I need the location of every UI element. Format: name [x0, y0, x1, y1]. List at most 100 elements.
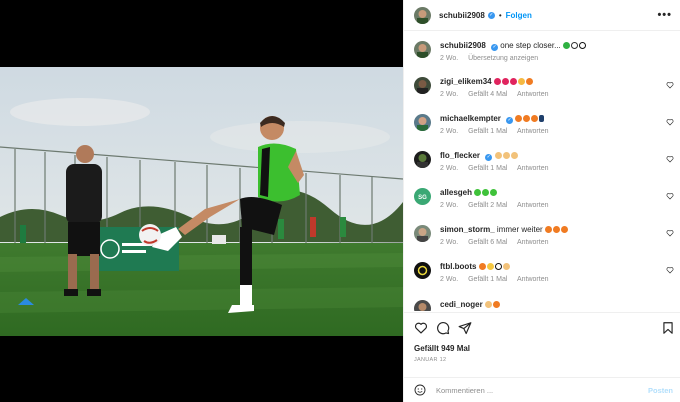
comment-time: 2 Wo. [440, 91, 459, 98]
comment-likes[interactable]: Gefällt 1 Mal [468, 165, 507, 172]
comments-list[interactable]: schubii2908 ✓ one step closer... 2 Wo. Ü… [404, 32, 680, 311]
like-comment-heart-icon[interactable] [666, 266, 674, 274]
soccer-ball-icon [579, 42, 586, 49]
comment-item: simon_storm_ immer weiter 2 Wo. Gefällt … [414, 224, 676, 248]
comment-likes[interactable]: Gefällt 1 Mal [468, 128, 507, 135]
bottle-icon [539, 115, 545, 122]
comment-username[interactable]: zigi_elikem34 [440, 77, 492, 86]
soccer-ball-icon [494, 263, 502, 270]
green-heart-icon [490, 189, 498, 196]
likes-count[interactable]: Gefällt 949 Mal [414, 344, 470, 353]
flexed-biceps-icon [502, 152, 510, 159]
fire-icon [478, 263, 486, 270]
verified-badge-icon: ✓ [485, 154, 493, 161]
comment-username[interactable]: flo_flecker [440, 151, 480, 160]
fire-icon [531, 115, 539, 122]
emoji-picker-icon[interactable] [414, 384, 426, 396]
avatar[interactable] [414, 151, 431, 168]
comment-username[interactable]: ftbl.boots [440, 262, 476, 271]
fire-icon [515, 115, 523, 122]
avatar[interactable] [414, 114, 431, 131]
avatar[interactable] [414, 300, 431, 311]
avatar[interactable] [414, 225, 431, 242]
like-comment-heart-icon[interactable] [666, 229, 674, 237]
follow-button[interactable]: Folgen [506, 11, 532, 20]
heart-eyes-icon [486, 263, 494, 270]
comment-item: zigi_elikem34 2 Wo. Gefällt 4 Mal Antwor… [414, 76, 676, 100]
comment-time: 2 Wo. [440, 239, 459, 246]
header-separator: • [498, 10, 502, 20]
post-header: schubii2908 ✓ • Folgen ••• [404, 0, 680, 31]
post-comment-button[interactable]: Posten [648, 386, 673, 395]
flexed-biceps-icon [494, 152, 502, 159]
translate-link[interactable]: Übersetzung anzeigen [468, 55, 538, 62]
fire-icon [560, 226, 568, 233]
reply-link[interactable]: Antworten [517, 165, 549, 172]
author-avatar[interactable] [414, 6, 431, 24]
green-heart-icon [474, 189, 482, 196]
verified-badge-icon: ✓ [487, 11, 495, 19]
flexed-biceps-icon [510, 152, 518, 159]
reply-link[interactable]: Antworten [517, 202, 549, 209]
comment-username[interactable]: simon_storm_ [440, 225, 495, 234]
comment-text: immer weiter [496, 225, 543, 234]
action-bar [404, 312, 680, 343]
comment-likes[interactable]: Gefällt 6 Mal [468, 239, 507, 246]
caption-text: one step closer... [500, 41, 561, 50]
avatar[interactable] [414, 41, 431, 58]
comment-item: michaelkempter ✓ 2 Wo. Gefällt 1 Mal Ant… [414, 113, 676, 137]
fire-icon [523, 115, 531, 122]
comment-icon[interactable] [436, 321, 450, 335]
comment-likes[interactable]: Gefällt 2 Mal [468, 202, 507, 209]
caption-time: 2 Wo. [440, 55, 459, 62]
comment-time: 2 Wo. [440, 128, 459, 135]
comment-item: cedi_noger [414, 299, 676, 311]
post-media [0, 0, 403, 402]
more-options-icon[interactable]: ••• [657, 9, 672, 21]
like-comment-heart-icon[interactable] [666, 155, 674, 163]
avatar[interactable] [414, 262, 431, 279]
like-comment-heart-icon[interactable] [666, 81, 674, 89]
comment-composer: Posten [404, 377, 680, 402]
like-comment-heart-icon[interactable] [666, 192, 674, 200]
like-comment-heart-icon[interactable] [666, 118, 674, 126]
green-circle-icon [563, 42, 570, 49]
reply-link[interactable]: Antworten [517, 128, 549, 135]
post-caption: schubii2908 ✓ one step closer... 2 Wo. Ü… [414, 40, 676, 64]
comment-username[interactable]: cedi_noger [440, 300, 483, 309]
avatar[interactable]: SG [414, 188, 431, 205]
comment-time: 2 Wo. [440, 165, 459, 172]
reply-link[interactable]: Antworten [517, 239, 549, 246]
verified-badge-icon: ✓ [506, 117, 514, 124]
comment-time: 2 Wo. [440, 276, 459, 283]
svg-text:SG: SG [418, 195, 427, 201]
comment-time: 2 Wo. [440, 202, 459, 209]
comment-item: SG allesgeh 2 Wo. Gefällt 2 Mal Antworte… [414, 187, 676, 211]
clapping-hands-icon [517, 78, 525, 85]
comment-likes[interactable]: Gefällt 4 Mal [468, 91, 507, 98]
verified-badge-icon: ✓ [491, 44, 499, 51]
fire-icon [552, 226, 560, 233]
red-heart-icon [509, 78, 517, 85]
author-username[interactable]: schubii2908 [439, 11, 485, 20]
green-heart-icon [482, 189, 490, 196]
post-photo[interactable] [0, 67, 403, 336]
post-date: JANUAR 12 [414, 357, 447, 363]
reply-link[interactable]: Antworten [517, 276, 549, 283]
comment-item: flo_flecker ✓ 2 Wo. Gefällt 1 Mal Antwor… [414, 150, 676, 174]
caption-username[interactable]: schubii2908 [440, 41, 486, 50]
paper-plane-icon[interactable] [458, 321, 472, 335]
comment-likes[interactable]: Gefällt 1 Mal [468, 276, 507, 283]
comment-username[interactable]: allesgeh [440, 188, 472, 197]
white-circle-icon [571, 42, 578, 49]
comment-input[interactable] [436, 385, 648, 395]
comment-username[interactable]: michaelkempter [440, 114, 501, 123]
bookmark-icon[interactable] [661, 321, 675, 335]
comment-item: ftbl.boots 2 Wo. Gefällt 1 Mal Antworten [414, 261, 676, 285]
fire-icon [492, 301, 500, 308]
fire-icon [544, 226, 552, 233]
post-panel: schubii2908 ✓ • Folgen ••• schubii2908 ✓… [403, 0, 680, 402]
heart-outline-icon[interactable] [414, 321, 428, 335]
avatar[interactable] [414, 77, 431, 94]
reply-link[interactable]: Antworten [517, 91, 549, 98]
